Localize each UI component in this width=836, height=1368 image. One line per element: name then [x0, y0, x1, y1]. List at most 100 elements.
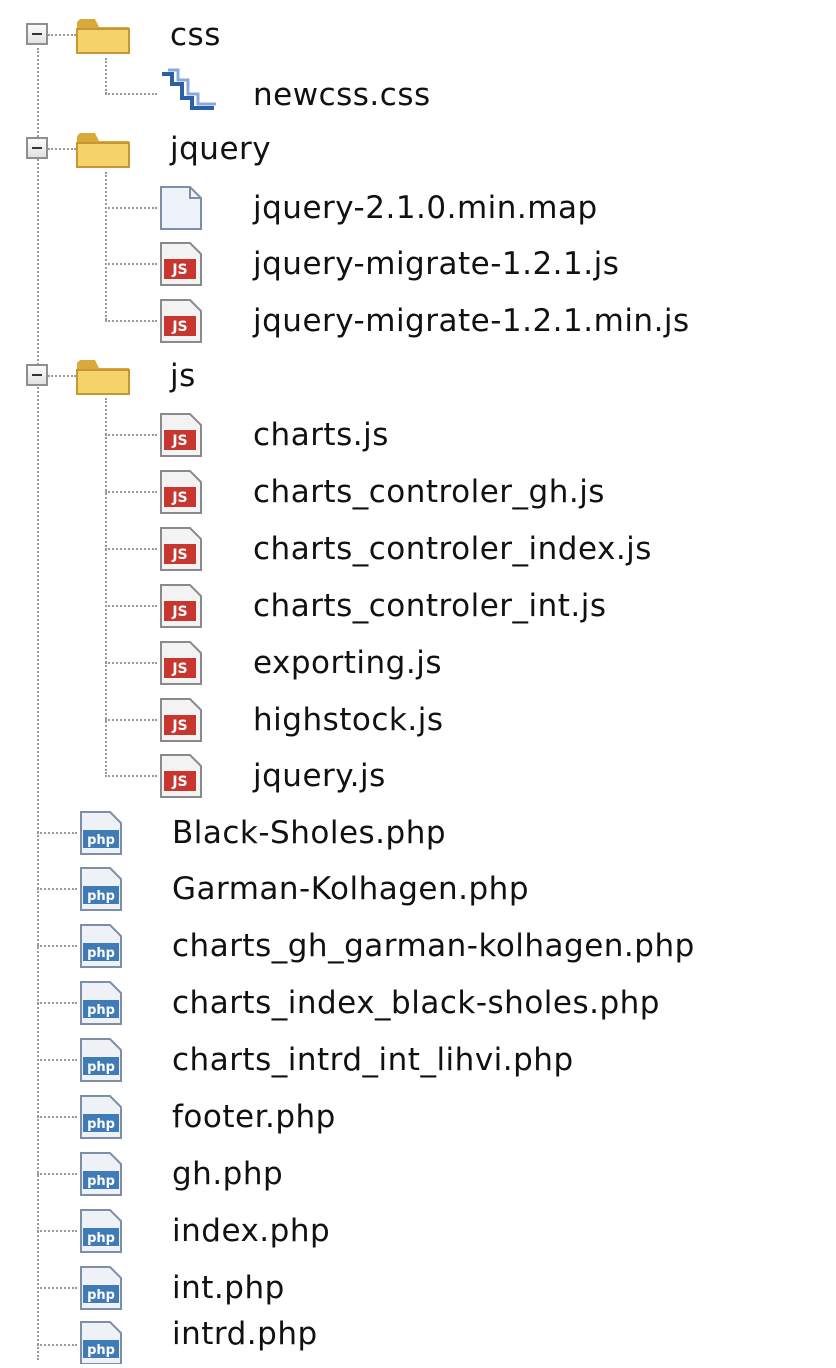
tree-connector: [37, 1059, 77, 1061]
file-item[interactable]: index.php: [172, 1203, 330, 1259]
file-item[interactable]: charts_gh_garman-kolhagen.php: [172, 918, 695, 974]
svg-text:php: php: [87, 946, 115, 961]
file-item[interactable]: jquery.js: [253, 748, 386, 804]
collapse-toggle[interactable]: [26, 23, 48, 45]
tree-connector: [105, 207, 157, 209]
js-file-icon: JS: [158, 753, 204, 803]
file-label: intrd.php: [172, 1315, 318, 1352]
tree-connector: [105, 662, 157, 664]
tree-connector: [37, 1116, 77, 1118]
tree-connector: [37, 832, 77, 834]
file-item[interactable]: Black-Sholes.php: [172, 805, 446, 861]
file-label: jquery-migrate-1.2.1.js: [253, 245, 620, 282]
svg-text:php: php: [87, 1003, 115, 1018]
file-item[interactable]: newcss.css: [253, 67, 431, 123]
file-icon: [158, 185, 204, 235]
tree-connector: [105, 172, 107, 320]
file-label: newcss.css: [253, 76, 431, 113]
folder-label: js: [170, 357, 196, 394]
file-label: charts_controler_gh.js: [253, 473, 605, 510]
svg-text:JS: JS: [171, 262, 187, 278]
file-label: jquery-migrate-1.2.1.min.js: [253, 302, 690, 339]
php-file-icon: php: [78, 1208, 124, 1258]
collapse-toggle[interactable]: [26, 137, 48, 159]
file-tree: css newcss.css jquery jquery-2.1.0.min.m…: [0, 0, 836, 1365]
js-file-icon: JS: [158, 412, 204, 462]
tree-connector: [105, 719, 157, 721]
tree-connector: [37, 1344, 77, 1346]
svg-text:JS: JS: [171, 774, 187, 790]
tree-connector: [105, 775, 157, 777]
file-item[interactable]: jquery-2.1.0.min.map: [253, 180, 598, 236]
php-file-icon: php: [78, 1151, 124, 1201]
svg-text:php: php: [87, 1288, 115, 1303]
js-file-icon: JS: [158, 583, 204, 633]
php-file-icon: php: [78, 1037, 124, 1087]
svg-text:JS: JS: [171, 547, 187, 563]
file-label: exporting.js: [253, 644, 442, 681]
folder-label: jquery: [170, 130, 272, 167]
svg-text:php: php: [87, 1231, 115, 1246]
tree-connector: [37, 48, 39, 1360]
svg-text:php: php: [87, 889, 115, 904]
folder-icon: [74, 127, 132, 175]
folder-icon: [74, 13, 132, 61]
file-label: Black-Sholes.php: [172, 814, 447, 851]
tree-connector: [105, 605, 157, 607]
folder-item-css[interactable]: css: [170, 7, 221, 63]
tree-connector: [105, 434, 157, 436]
js-file-icon: JS: [158, 697, 204, 747]
svg-text:php: php: [87, 1060, 115, 1075]
folder-item-jquery[interactable]: jquery: [170, 121, 271, 177]
php-file-icon: php: [78, 866, 124, 916]
file-label: highstock.js: [253, 701, 444, 738]
file-item[interactable]: gh.php: [172, 1146, 283, 1202]
file-label: gh.php: [172, 1155, 284, 1192]
file-label: charts_gh_garman-kolhagen.php: [172, 927, 695, 964]
js-file-icon: JS: [158, 241, 204, 291]
tree-connector: [105, 320, 157, 322]
file-item[interactable]: jquery-migrate-1.2.1.min.js: [253, 293, 690, 349]
collapse-toggle[interactable]: [26, 364, 48, 386]
file-label: charts_index_black-sholes.php: [172, 984, 660, 1021]
svg-text:JS: JS: [171, 718, 187, 734]
svg-text:php: php: [87, 833, 115, 848]
tree-connector: [48, 148, 76, 150]
svg-text:JS: JS: [171, 661, 187, 677]
php-file-icon: php: [78, 1094, 124, 1144]
file-label: charts_controler_int.js: [253, 587, 607, 624]
file-item[interactable]: charts_controler_int.js: [253, 578, 607, 634]
tree-connector: [105, 58, 107, 94]
folder-item-js[interactable]: js: [170, 348, 196, 404]
file-label: int.php: [172, 1269, 285, 1306]
file-item[interactable]: charts_controler_index.js: [253, 521, 652, 577]
tree-connector: [37, 1230, 77, 1232]
svg-text:JS: JS: [171, 490, 187, 506]
php-file-icon: php: [78, 810, 124, 860]
svg-text:php: php: [87, 1117, 115, 1132]
file-item[interactable]: footer.php: [172, 1089, 336, 1145]
js-file-icon: JS: [158, 640, 204, 690]
file-item[interactable]: charts.js: [253, 407, 389, 463]
folder-icon: [74, 354, 132, 402]
file-item[interactable]: exporting.js: [253, 635, 442, 691]
file-label: jquery.js: [253, 757, 386, 794]
file-item[interactable]: Garman-Kolhagen.php: [172, 861, 529, 917]
folder-label: css: [170, 16, 221, 53]
file-label: charts.js: [253, 416, 389, 453]
css-file-icon: [158, 68, 218, 118]
file-item[interactable]: highstock.js: [253, 692, 443, 748]
svg-text:JS: JS: [171, 604, 187, 620]
tree-connector: [48, 375, 76, 377]
js-file-icon: JS: [158, 298, 204, 348]
file-item[interactable]: charts_index_black-sholes.php: [172, 975, 660, 1031]
file-item[interactable]: charts_controler_gh.js: [253, 464, 605, 520]
file-item[interactable]: charts_intrd_int_lihvi.php: [172, 1032, 574, 1088]
svg-text:php: php: [87, 1343, 115, 1358]
file-label: charts_intrd_int_lihvi.php: [172, 1041, 574, 1078]
file-item[interactable]: intrd.php: [172, 1306, 318, 1362]
file-item[interactable]: jquery-migrate-1.2.1.js: [253, 236, 619, 292]
tree-connector: [105, 398, 107, 774]
php-file-icon: php: [78, 980, 124, 1030]
tree-connector: [105, 548, 157, 550]
